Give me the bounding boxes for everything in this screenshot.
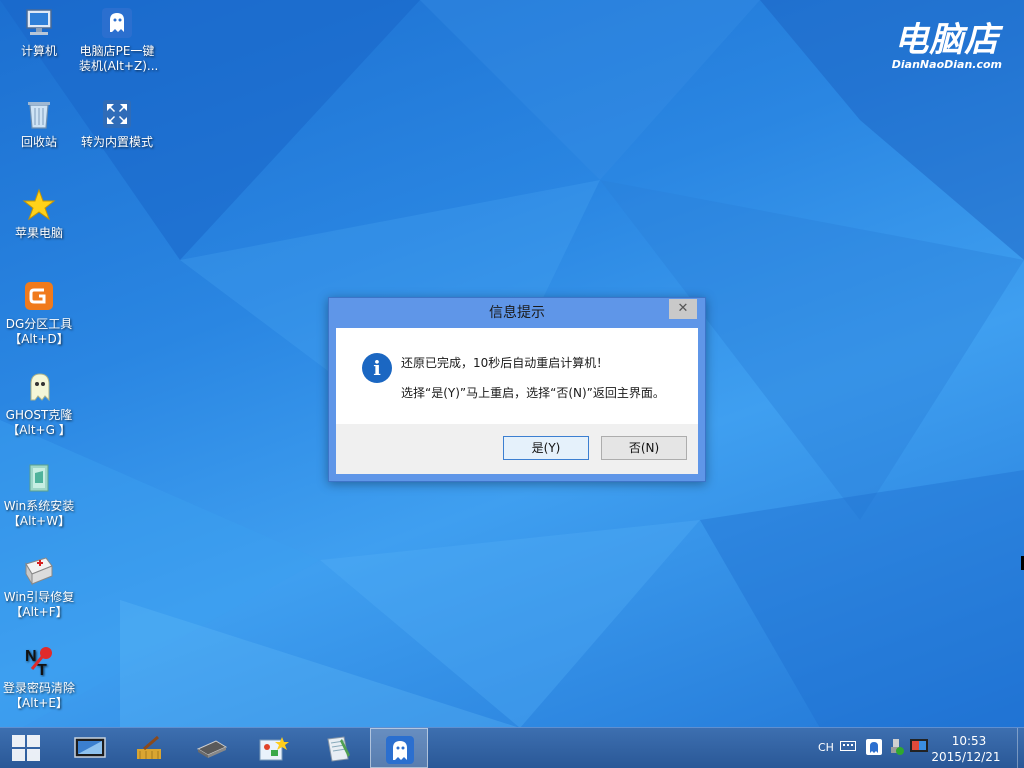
- desktop-icon-label: GHOST克隆: [5, 408, 73, 422]
- dialog-body: i 还原已完成，10秒后自动重启计算机！ 选择“是(Y)”马上重启，选择“否(N…: [336, 328, 698, 474]
- desktop-icon-label: 电脑店PE一键: [79, 44, 155, 58]
- nt-key-icon: N T: [25, 647, 52, 677]
- desktop-icon-label-2: 装机(Alt+Z)...: [79, 59, 159, 73]
- usb-device-icon[interactable]: [888, 739, 904, 755]
- svg-text:T: T: [37, 662, 47, 677]
- broom-icon: [137, 735, 161, 759]
- recycle-bin-icon: [28, 102, 50, 129]
- taskbar-item-tools[interactable]: [244, 728, 302, 768]
- yes-button[interactable]: 是(Y): [503, 436, 589, 460]
- desktop-icon-label-2: 【Alt+E】: [10, 696, 68, 710]
- system-tray: CH 10:53 2015/12/21: [804, 728, 1024, 768]
- ghost-app-icon: [386, 736, 414, 764]
- desktop-icon-one-key-install[interactable]: 电脑店PE一键 装机(Alt+Z)...: [79, 6, 159, 74]
- desktop-icon-label: Win系统安装: [3, 499, 75, 513]
- dialog-button-bar: 是(Y) 否(N): [336, 424, 698, 474]
- desktop-icon-recycle-bin[interactable]: 回收站: [1, 97, 77, 150]
- ghost-icon: [30, 373, 50, 402]
- first-aid-kit-icon: [25, 557, 53, 586]
- input-language-indicator[interactable]: CH: [818, 741, 834, 754]
- taskbar: CH 10:53 2015/12/21: [0, 727, 1024, 768]
- desktop-icon-win-install[interactable]: Win系统安装 【Alt+W】: [1, 461, 77, 529]
- brand-logo-text: 电脑店: [894, 20, 1000, 60]
- desktop-icon-password-clear[interactable]: N T 登录密码清除 【Alt+E】: [1, 643, 77, 711]
- desktop-icon-label: 计算机: [20, 44, 57, 58]
- dialog-title: 信息提示: [489, 305, 545, 321]
- taskbar-item-memory[interactable]: [182, 728, 240, 768]
- notepad-icon: [327, 736, 350, 762]
- desktop-icon-label: 苹果电脑: [14, 226, 63, 240]
- dialog-message-line2: 选择“是(Y)”马上重启，选择“否(N)”返回主界面。: [401, 386, 665, 400]
- taskbar-item-screen[interactable]: [60, 728, 118, 768]
- clock-time[interactable]: 10:53: [932, 734, 1006, 748]
- windows-logo-icon: [12, 735, 40, 761]
- message-dialog: 信息提示 ✕ i 还原已完成，10秒后自动重启计算机！ 选择“是(Y)”马上重启…: [328, 297, 706, 482]
- clock-date[interactable]: 2015/12/21: [924, 750, 1008, 764]
- taskbar-item-ghost-installer[interactable]: [370, 728, 428, 768]
- expand-arrows-icon: [103, 100, 131, 128]
- no-button[interactable]: 否(N): [601, 436, 687, 460]
- computer-icon: [26, 9, 52, 35]
- desktop-icon-label-2: 【Alt+G 】: [7, 423, 71, 437]
- desktop-icon-label: 转为内置模式: [80, 135, 153, 149]
- desktop-icon-label-2: 【Alt+F】: [10, 605, 68, 619]
- keyboard-icon[interactable]: [840, 740, 856, 752]
- desktop-icon-label: Win引导修复: [3, 590, 75, 604]
- ghost-tray-icon[interactable]: [866, 739, 882, 755]
- info-icon: i: [362, 353, 392, 383]
- svg-text:N: N: [25, 648, 37, 665]
- dialog-message-line1: 还原已完成，10秒后自动重启计算机！: [401, 356, 609, 370]
- desktop-icon-computer[interactable]: 计算机: [1, 6, 77, 59]
- desktop-icon-label-2: 【Alt+D】: [9, 332, 69, 346]
- win-install-icon: [29, 464, 49, 492]
- desktop-icon-label: DG分区工具: [5, 317, 73, 331]
- screen-icon: [74, 737, 106, 758]
- brand-logo-url: DianNaoDian.com: [891, 58, 1002, 71]
- ram-chip-icon: [196, 740, 228, 758]
- desktop-icon-builtin-mode[interactable]: 转为内置模式: [79, 97, 155, 150]
- star-icon: [22, 188, 56, 221]
- desktop: 计算机 电脑店PE一键 装机(Alt+Z)... 回收站 转为内置模式 苹果电脑…: [0, 0, 1024, 768]
- desktop-icon-dg-partition[interactable]: DG分区工具 【Alt+D】: [1, 279, 77, 347]
- desktop-icon-label: 回收站: [20, 135, 57, 149]
- tools-icon: [259, 737, 289, 761]
- desktop-icon-label-2: 【Alt+W】: [7, 514, 71, 528]
- ghost-app-icon: [102, 8, 132, 38]
- desktop-icon-win-boot-repair[interactable]: Win引导修复 【Alt+F】: [1, 552, 77, 620]
- dialog-close-button[interactable]: ✕: [669, 299, 697, 319]
- brand-logo: 电脑店 DianNaoDian.com: [892, 20, 1002, 71]
- desktop-icon-ghost[interactable]: GHOST克隆 【Alt+G 】: [1, 370, 77, 438]
- start-button[interactable]: [0, 728, 56, 768]
- show-desktop-button[interactable]: [1017, 728, 1024, 768]
- taskbar-item-notepad[interactable]: [308, 728, 366, 768]
- desktop-icon-label: 登录密码清除: [2, 681, 75, 695]
- dg-partition-icon: [25, 282, 53, 310]
- taskbar-item-cleaner[interactable]: [120, 728, 178, 768]
- desktop-icon-apple-pc[interactable]: 苹果电脑: [1, 188, 77, 241]
